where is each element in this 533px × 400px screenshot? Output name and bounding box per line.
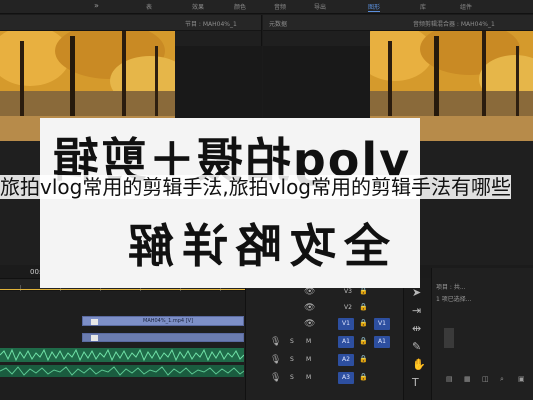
workspace-tab[interactable]: 效果 bbox=[192, 2, 204, 11]
source-patch-a1[interactable]: A1 bbox=[374, 336, 390, 348]
eye-icon[interactable]: 👁 bbox=[304, 303, 315, 313]
video-clip-lower[interactable] bbox=[82, 333, 244, 342]
article-title-overlay: 旅拍vlog常用的剪辑手法,旅拍vlog常用的剪辑手法有哪些 bbox=[0, 174, 533, 201]
overflow-arrow-icon[interactable]: » bbox=[94, 1, 99, 10]
fx-badge-icon bbox=[91, 319, 98, 325]
track-row-a1: 🎙 S M A1 🔒 A1 bbox=[246, 334, 404, 350]
track-name: V3 bbox=[344, 288, 352, 295]
workspace-tab[interactable]: 导出 bbox=[314, 2, 326, 11]
icon-view-icon[interactable]: ▦ bbox=[464, 375, 471, 383]
workspace-tab[interactable]: 组件 bbox=[460, 2, 472, 11]
ripple-edit-icon[interactable]: ⇹ bbox=[412, 322, 421, 335]
workspace-bar: » 表 效果 颜色 音频 导出 图形 库 组件 bbox=[0, 0, 533, 14]
video-clip[interactable]: MAH04%_1.mp4 [V] bbox=[82, 316, 244, 326]
track-name: V2 bbox=[344, 304, 352, 311]
track-target-v1[interactable]: V1 bbox=[338, 318, 354, 330]
track-target-a2[interactable]: A2 bbox=[338, 354, 354, 366]
mute-button[interactable]: M bbox=[306, 374, 311, 381]
microphone-icon[interactable]: 🎙 bbox=[270, 337, 281, 347]
new-item-icon[interactable]: ▣ bbox=[518, 375, 525, 383]
mute-button[interactable]: M bbox=[306, 356, 311, 363]
audio-clip-a2[interactable] bbox=[0, 365, 244, 377]
razor-tool-icon[interactable]: ✎ bbox=[412, 340, 421, 353]
panel-title[interactable]: 节目 : MAH04%_1 bbox=[185, 19, 237, 28]
workspace-tab-active[interactable]: 图形 bbox=[368, 2, 381, 12]
track-headers: 👁 V3 🔒 👁 V2 🔒 👁 V1 🔒 V1 🎙 S M A1 🔒 A1 🎙 … bbox=[245, 278, 403, 400]
tools-panel: ➤ ⇥ ⇹ ✎ ✋ T bbox=[403, 278, 431, 400]
microphone-icon[interactable]: 🎙 bbox=[270, 373, 281, 383]
bin-item-thumbnail[interactable] bbox=[444, 328, 454, 348]
thumbnail-poster: vlog拍摄＋剪辑 全攻略详解 bbox=[40, 118, 420, 288]
track-select-icon[interactable]: ⇥ bbox=[412, 304, 421, 317]
video-clip-label: MAH04%_1.mp4 [V] bbox=[143, 318, 194, 324]
project-header[interactable]: 项目 : 共... bbox=[436, 282, 466, 291]
playhead-line[interactable] bbox=[0, 289, 245, 290]
panel-header: 节目 : MAH04%_1 bbox=[0, 15, 261, 31]
lock-icon[interactable]: 🔒 bbox=[359, 303, 368, 311]
mute-button[interactable]: M bbox=[306, 338, 311, 345]
panel-header: 元数据 音频剪辑混合器 : MAH04%_1 bbox=[263, 15, 533, 31]
track-row-a3: 🎙 S M A3 🔒 bbox=[246, 370, 404, 386]
lock-icon[interactable]: 🔒 bbox=[359, 287, 368, 295]
track-row-v2: 👁 V2 🔒 bbox=[246, 300, 404, 316]
lock-icon[interactable]: 🔒 bbox=[359, 337, 368, 345]
search-icon[interactable]: ⌕ bbox=[500, 375, 504, 384]
project-panel: 项目 : 共... 1 项已选择... ▤ ▦ ◫ ⌕ ▣ bbox=[431, 268, 533, 400]
panel-title[interactable]: 音频剪辑混合器 : MAH04%_1 bbox=[413, 19, 495, 28]
lock-icon[interactable]: 🔒 bbox=[359, 319, 368, 327]
solo-button[interactable]: S bbox=[290, 374, 294, 381]
audio-clip-a1[interactable] bbox=[0, 348, 244, 362]
track-target-a1[interactable]: A1 bbox=[338, 336, 354, 348]
track-row-a2: 🎙 S M A2 🔒 bbox=[246, 352, 404, 368]
fx-badge-icon bbox=[91, 335, 98, 341]
eye-icon[interactable]: 👁 bbox=[304, 287, 315, 297]
hand-tool-icon[interactable]: ✋ bbox=[412, 358, 426, 371]
type-tool-icon[interactable]: T bbox=[412, 376, 419, 389]
workspace-tab[interactable]: 音频 bbox=[274, 2, 286, 11]
workspace-tab[interactable]: 颜色 bbox=[234, 2, 246, 11]
freeform-view-icon[interactable]: ◫ bbox=[482, 375, 489, 383]
microphone-icon[interactable]: 🎙 bbox=[270, 355, 281, 365]
eye-icon[interactable]: 👁 bbox=[304, 319, 315, 329]
item-count: 1 项已选择... bbox=[436, 296, 472, 303]
lock-icon[interactable]: 🔒 bbox=[359, 355, 368, 363]
solo-button[interactable]: S bbox=[290, 338, 294, 345]
lock-icon[interactable]: 🔒 bbox=[359, 373, 368, 381]
solo-button[interactable]: S bbox=[290, 356, 294, 363]
article-title: 旅拍vlog常用的剪辑手法,旅拍vlog常用的剪辑手法有哪些 bbox=[0, 175, 512, 199]
workspace-tab[interactable]: 表 bbox=[146, 2, 152, 11]
panel-extra-tab[interactable]: 元数据 bbox=[269, 19, 287, 28]
poster-subtitle: 全攻略详解 bbox=[120, 219, 390, 273]
workspace-tab[interactable]: 库 bbox=[420, 2, 426, 11]
track-row-v1: 👁 V1 🔒 V1 bbox=[246, 316, 404, 332]
source-patch-v1[interactable]: V1 bbox=[374, 318, 390, 330]
list-view-icon[interactable]: ▤ bbox=[446, 375, 453, 383]
track-target-a3[interactable]: A3 bbox=[338, 372, 354, 384]
